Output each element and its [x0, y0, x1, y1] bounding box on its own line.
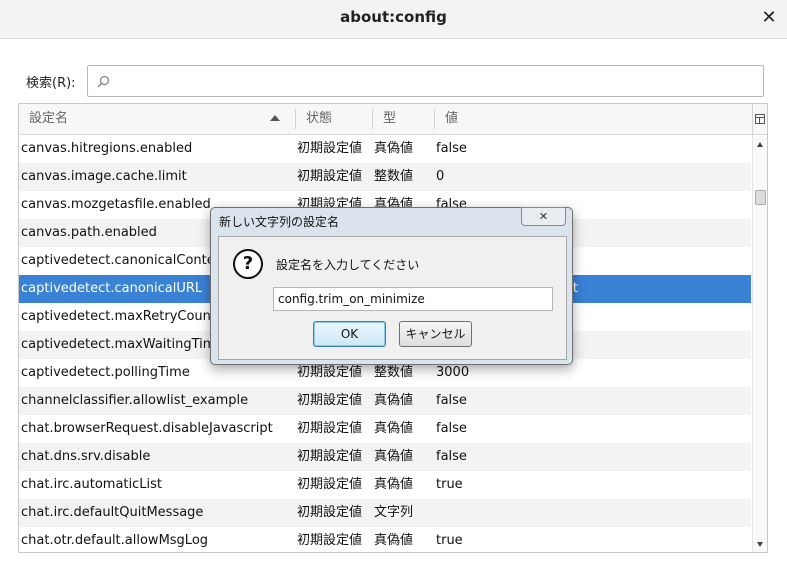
table-row[interactable]: canvas.image.cache.limit 初期設定値 整数値 0 [19, 163, 751, 191]
pref-status-cell: 初期設定値 [297, 421, 363, 436]
pref-status-cell: 初期設定値 [297, 449, 363, 464]
search-input[interactable] [87, 65, 764, 97]
pref-name-cell: chat.browserRequest.disableJavascript [21, 421, 273, 436]
column-header-status[interactable]: 状態 [306, 104, 332, 135]
pref-value-cell: 0 [436, 169, 445, 184]
pref-status-cell: 初期設定値 [297, 533, 363, 548]
dialog-body: ? 設定名を入力してください config.trim_on_minimize O… [218, 236, 567, 360]
search-icon [97, 75, 110, 88]
scrollbar-thumb[interactable] [755, 190, 766, 205]
pref-name-cell: chat.irc.automaticList [21, 477, 163, 492]
pref-type-cell: 文字列 [374, 505, 414, 520]
pref-type-cell: 真偽値 [374, 533, 414, 548]
table-row[interactable]: chat.dns.srv.disable 初期設定値 真偽値 false [19, 443, 751, 471]
column-divider[interactable] [434, 109, 435, 129]
table-row[interactable]: chat.irc.automaticList 初期設定値 真偽値 true [19, 471, 751, 499]
pref-status-cell: 初期設定値 [297, 505, 363, 520]
pref-value-cell: false [436, 421, 467, 436]
pref-status-cell: 初期設定値 [297, 169, 363, 184]
close-icon[interactable]: ✕ [761, 8, 777, 28]
column-header-value[interactable]: 値 [445, 104, 458, 135]
pref-type-cell: 真偽値 [374, 141, 414, 156]
pref-name-cell: chat.irc.defaultQuitMessage [21, 505, 204, 520]
cancel-button[interactable]: キャンセル [399, 321, 472, 347]
pref-value-cell: true [436, 477, 463, 492]
question-icon: ? [233, 249, 263, 279]
search-label: 検索(R): [26, 76, 76, 91]
pref-value-cell: false [436, 141, 467, 156]
pref-type-cell: 真偽値 [374, 421, 414, 436]
pref-name-cell: canvas.image.cache.limit [21, 169, 187, 184]
preference-name-input[interactable]: config.trim_on_minimize [273, 287, 553, 311]
title-bar: about:config ✕ [0, 0, 787, 39]
pref-status-cell: 初期設定値 [297, 393, 363, 408]
pref-status-cell: 初期設定値 [297, 141, 363, 156]
table-row[interactable]: chat.irc.defaultQuitMessage 初期設定値 文字列 [19, 499, 751, 527]
new-string-dialog: 新しい文字列の設定名 ✕ ? 設定名を入力してください config.trim_… [210, 207, 573, 365]
dialog-title: 新しい文字列の設定名 [219, 215, 340, 229]
pref-value-cell: false [436, 393, 467, 408]
ok-button[interactable]: OK [313, 321, 386, 347]
table-row[interactable]: chat.browserRequest.disableJavascript 初期設… [19, 415, 751, 443]
window-title: about:config [340, 8, 447, 26]
column-divider[interactable] [295, 109, 296, 129]
pref-value-cell: true [436, 533, 463, 548]
column-header-name[interactable]: 設定名 [29, 104, 68, 135]
pref-name-cell: canvas.hitregions.enabled [21, 141, 193, 156]
pref-status-cell: 初期設定値 [297, 477, 363, 492]
table-row[interactable]: channelclassifier.allowlist_example 初期設定値… [19, 387, 751, 415]
pref-type-cell: 真偽値 [374, 449, 414, 464]
pref-name-cell: channelclassifier.allowlist_example [21, 393, 249, 408]
vertical-scrollbar[interactable] [752, 135, 767, 552]
pref-name-cell: chat.dns.srv.disable [21, 449, 151, 464]
pref-type-cell: 整数値 [374, 169, 414, 184]
sort-ascending-icon [270, 115, 280, 121]
pref-type-cell: 真偽値 [374, 477, 414, 492]
pref-name-cell: chat.otr.default.allowMsgLog [21, 533, 209, 548]
table-row[interactable]: canvas.hitregions.enabled 初期設定値 真偽値 false [19, 135, 751, 163]
table-header: 設定名 状態 型 値 [19, 104, 767, 135]
scroll-up-arrow-icon[interactable] [757, 142, 763, 147]
dialog-close-button[interactable]: ✕ [521, 207, 566, 226]
scroll-down-arrow-icon[interactable] [757, 542, 763, 547]
table-row[interactable]: chat.otr.default.allowMsgLog 初期設定値 真偽値 true [19, 527, 751, 552]
pref-type-cell: 真偽値 [374, 393, 414, 408]
pref-value-cell: false [436, 449, 467, 464]
column-picker-button[interactable] [752, 104, 767, 135]
dialog-message: 設定名を入力してください [276, 258, 420, 272]
column-header-type[interactable]: 型 [383, 104, 396, 135]
column-picker-icon [755, 114, 765, 124]
column-divider[interactable] [372, 109, 373, 129]
